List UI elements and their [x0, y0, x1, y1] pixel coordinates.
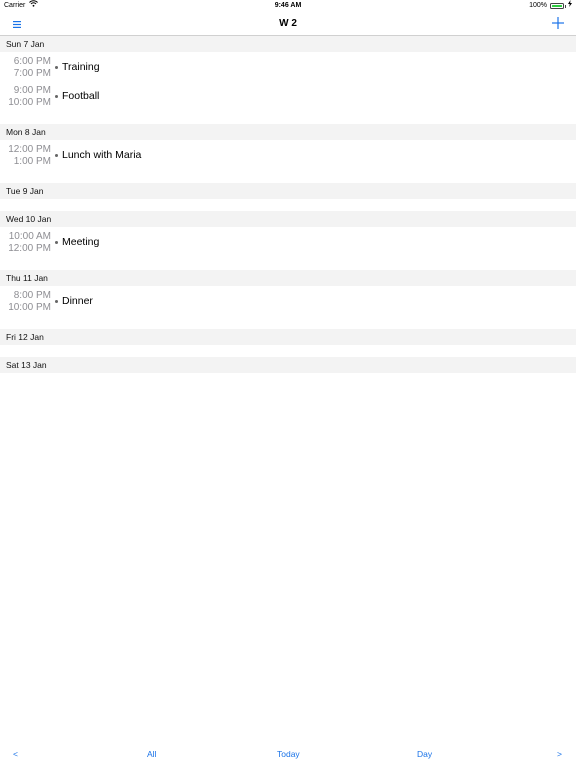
event-times: 12:00 PM 1:00 PM	[0, 144, 51, 167]
battery-percent: 100%	[529, 2, 547, 9]
event-times: 8:00 PM 10:00 PM	[0, 290, 51, 313]
event-bullet-icon	[55, 154, 58, 157]
empty-day-spacer	[0, 199, 576, 211]
event-start-time: 9:00 PM	[13, 85, 51, 96]
event-title: Meeting	[62, 236, 100, 248]
event-title: Football	[62, 90, 100, 102]
battery-fill	[552, 5, 562, 7]
day-events: 8:00 PM 10:00 PM Dinner	[0, 286, 576, 329]
event-bullet-icon	[55, 95, 58, 98]
agenda-list: Sun 7 Jan 6:00 PM 7:00 PM Training 9:00 PM 10…	[0, 36, 576, 385]
event-bullet-icon	[55, 300, 58, 303]
plus-icon[interactable]	[550, 15, 566, 31]
event-start-time: 6:00 PM	[13, 56, 51, 67]
event-start-time: 10:00 AM	[8, 231, 51, 242]
all-button[interactable]: All	[147, 748, 156, 760]
day-events: 12:00 PM 1:00 PM Lunch with Maria	[0, 140, 576, 183]
empty-day-spacer	[0, 373, 576, 385]
app-screen: Carrier 9:46 AM 100% W 2 Sun 7 Jan 6:00 …	[0, 0, 576, 768]
day-header: Thu 11 Jan	[0, 270, 576, 286]
today-button[interactable]: Today	[277, 748, 300, 760]
next-week-button[interactable]: >	[557, 748, 562, 760]
event-title: Training	[62, 61, 100, 73]
day-header: Mon 8 Jan	[0, 124, 576, 140]
previous-week-button[interactable]: <	[13, 748, 18, 760]
status-time: 9:46 AM	[274, 2, 302, 9]
status-bar: Carrier 9:46 AM 100%	[0, 0, 576, 12]
event-times: 9:00 PM 10:00 PM	[0, 85, 51, 108]
day-header: Wed 10 Jan	[0, 211, 576, 227]
event-times: 10:00 AM 12:00 PM	[0, 231, 51, 254]
event-row[interactable]: 6:00 PM 7:00 PM Training	[0, 56, 576, 85]
day-header: Sun 7 Jan	[0, 36, 576, 52]
event-bullet-icon	[55, 241, 58, 244]
event-row[interactable]: 12:00 PM 1:00 PM Lunch with Maria	[0, 144, 576, 173]
day-button[interactable]: Day	[417, 748, 432, 760]
event-bullet-icon	[55, 66, 58, 69]
empty-day-spacer	[0, 345, 576, 357]
charging-icon	[568, 0, 572, 12]
event-row[interactable]: 9:00 PM 10:00 PM Football	[0, 85, 576, 114]
event-end-time: 10:00 PM	[8, 96, 51, 108]
day-header: Tue 9 Jan	[0, 183, 576, 199]
bottom-toolbar: < All Today Day >	[0, 744, 576, 764]
day-header: Sat 13 Jan	[0, 357, 576, 373]
event-title: Lunch with Maria	[62, 149, 142, 161]
navigation-bar: W 2	[0, 12, 576, 36]
event-title: Dinner	[62, 295, 93, 307]
event-end-time: 1:00 PM	[13, 155, 51, 167]
event-end-time: 12:00 PM	[8, 242, 51, 254]
battery-tip	[565, 4, 566, 8]
event-start-time: 12:00 PM	[8, 144, 51, 155]
event-end-time: 7:00 PM	[13, 67, 51, 79]
page-title: W 2	[279, 18, 297, 29]
event-row[interactable]: 8:00 PM 10:00 PM Dinner	[0, 290, 576, 319]
event-times: 6:00 PM 7:00 PM	[0, 56, 51, 79]
day-events: 10:00 AM 12:00 PM Meeting	[0, 227, 576, 270]
event-row[interactable]: 10:00 AM 12:00 PM Meeting	[0, 231, 576, 260]
status-right: 100%	[529, 0, 572, 12]
event-start-time: 8:00 PM	[13, 290, 51, 301]
battery-icon	[550, 3, 564, 9]
event-end-time: 10:00 PM	[8, 301, 51, 313]
day-events: 6:00 PM 7:00 PM Training 9:00 PM 10:00 PM Foo…	[0, 52, 576, 124]
day-header: Fri 12 Jan	[0, 329, 576, 345]
